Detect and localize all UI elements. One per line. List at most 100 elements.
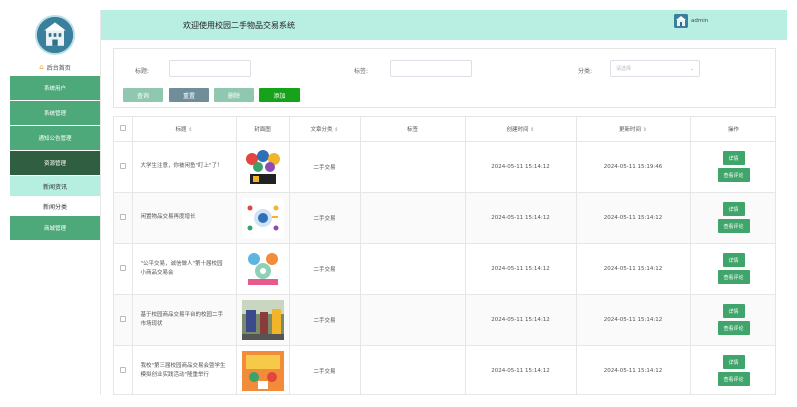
row-actions: 详情 查看评论 [690, 345, 775, 394]
row-title: 基于校园商品交易平台的校园二手市场现状 [132, 294, 237, 346]
tags-input[interactable] [390, 60, 472, 77]
table-row: "公平交易，诚信做人"第十届校园小商品交易会 二手交易 2024-05-11 1… [114, 243, 775, 295]
row-created: 2024-05-11 15:14:12 [465, 243, 577, 295]
chevron-down-icon: ⌄ [689, 65, 694, 72]
news-table: 标题 ⇕ 封面图 文章分类 ⇕ 标签 创建时间 ⇕ 更新时间 ⇕ 操作 大学生注… [113, 116, 776, 395]
cover-image [241, 146, 284, 187]
checkbox[interactable] [119, 124, 126, 131]
row-updated: 2024-05-11 15:14:12 [576, 192, 691, 244]
avatar [674, 14, 688, 28]
row-select[interactable] [114, 345, 133, 394]
table-row: 闲置物品交易再度增长 二手交易 2024-05-11 15:14:12 2024… [114, 192, 775, 244]
view-comments-button[interactable]: 查看评论 [717, 219, 750, 233]
sidebar-item-resource-management[interactable]: 资源管理 [10, 151, 100, 175]
sidebar: ⌂ 后台首页 系统用户 系统管理 通知公告管理 资源管理 新闻资讯 新闻分类 商… [10, 10, 101, 395]
detail-button[interactable]: 详情 [722, 253, 745, 267]
row-created: 2024-05-11 15:14:12 [465, 345, 577, 394]
row-category: 二手交易 [289, 345, 361, 394]
detail-button[interactable]: 详情 [722, 355, 745, 369]
row-category: 二手交易 [289, 141, 361, 193]
sort-icon: ⇕ [188, 126, 193, 133]
sort-icon: ⇕ [334, 126, 339, 133]
table-row: 大学生注意，你被闲鱼"盯上"了！ 二手交易 2024-05-11 15:14:1… [114, 141, 775, 193]
row-updated: 2024-05-11 15:14:12 [576, 243, 691, 295]
delete-button[interactable]: 删除 [214, 88, 254, 102]
sidebar-item-notice-management[interactable]: 通知公告管理 [10, 126, 100, 150]
title-input[interactable] [169, 60, 251, 77]
detail-button[interactable]: 详情 [722, 151, 745, 165]
row-updated: 2024-05-11 15:19:46 [576, 141, 691, 193]
row-actions: 详情 查看评论 [690, 243, 775, 295]
row-created: 2024-05-11 15:14:12 [465, 192, 577, 244]
checkbox[interactable] [119, 366, 126, 373]
table-row: 我校"第三届校园商品交易会暨学生模拟创业实践活动"隆重举行 二手交易 2024-… [114, 345, 775, 394]
category-label: 分类: [578, 68, 593, 75]
campus-logo [35, 15, 75, 55]
row-select[interactable] [114, 243, 133, 295]
row-title: 大学生注意，你被闲鱼"盯上"了！ [132, 141, 237, 193]
row-updated: 2024-05-11 15:14:12 [576, 294, 691, 346]
column-header-actions: 操作 [690, 117, 775, 142]
row-cover [236, 192, 290, 244]
checkbox[interactable] [119, 213, 126, 220]
sidebar-subitem-news-category[interactable]: 新闻分类 [10, 196, 100, 216]
top-header: 欢迎使用校园二手物品交易系统 admin [101, 10, 787, 40]
category-select[interactable]: 请选择 ⌄ [610, 60, 700, 77]
select-all-checkbox[interactable] [114, 117, 133, 142]
sidebar-item-system-management[interactable]: 系统管理 [10, 101, 100, 125]
row-cover [236, 243, 290, 295]
checkbox[interactable] [119, 162, 126, 169]
row-cover [236, 345, 290, 394]
sidebar-subitem-news-category-label: 新闻分类 [42, 203, 67, 211]
add-button[interactable]: 添加 [259, 88, 300, 102]
logo-area [10, 10, 100, 60]
category-placeholder: 请选择 [616, 66, 632, 72]
row-select[interactable] [114, 192, 133, 244]
username: admin [691, 18, 709, 24]
query-button[interactable]: 查询 [123, 88, 163, 102]
page-title: 欢迎使用校园二手物品交易系统 [183, 20, 295, 30]
tags-label: 标签: [354, 68, 369, 75]
row-category: 二手交易 [289, 243, 361, 295]
sidebar-menu: 系统用户 系统管理 通知公告管理 资源管理 新闻资讯 新闻分类 商城管理 [10, 76, 100, 240]
view-comments-button[interactable]: 查看评论 [717, 270, 750, 284]
sort-icon: ⇕ [642, 126, 647, 133]
row-cover [236, 294, 290, 346]
table-row: 基于校园商品交易平台的校园二手市场现状 二手交易 2024-05-11 15:1… [114, 294, 775, 346]
sort-icon: ⇕ [530, 126, 535, 133]
row-cover [236, 141, 290, 193]
detail-button[interactable]: 详情 [722, 304, 745, 318]
row-actions: 详情 查看评论 [690, 192, 775, 244]
home-link[interactable]: ⌂ 后台首页 [10, 60, 100, 74]
reset-button[interactable]: 重置 [169, 88, 209, 102]
row-tags [360, 345, 466, 394]
sidebar-item-shop-management[interactable]: 商城管理 [10, 216, 100, 240]
sidebar-item-system-users[interactable]: 系统用户 [10, 76, 100, 100]
column-header-title[interactable]: 标题 ⇕ [132, 117, 237, 142]
user-menu[interactable]: admin [674, 14, 708, 28]
cover-image [241, 197, 284, 238]
row-updated: 2024-05-11 15:14:12 [576, 345, 691, 394]
cover-image [241, 248, 284, 289]
view-comments-button[interactable]: 查看评论 [717, 372, 750, 386]
checkbox[interactable] [119, 264, 126, 271]
row-created: 2024-05-11 15:14:12 [465, 294, 577, 346]
column-header-created[interactable]: 创建时间 ⇕ [465, 117, 577, 142]
checkbox[interactable] [119, 315, 126, 322]
view-comments-button[interactable]: 查看评论 [717, 321, 750, 335]
cover-image [241, 350, 284, 391]
row-select[interactable] [114, 294, 133, 346]
row-tags [360, 243, 466, 295]
row-created: 2024-05-11 15:14:12 [465, 141, 577, 193]
row-actions: 详情 查看评论 [690, 141, 775, 193]
view-comments-button[interactable]: 查看评论 [717, 168, 750, 182]
row-tags [360, 294, 466, 346]
sidebar-subitem-news[interactable]: 新闻资讯 [10, 176, 100, 196]
search-panel: 标题: 标签: 分类: 请选择 ⌄ 查询 重置 删除 添加 [113, 48, 776, 108]
title-label: 标题: [135, 68, 150, 75]
row-select[interactable] [114, 141, 133, 193]
column-header-category[interactable]: 文章分类 ⇕ [289, 117, 361, 142]
detail-button[interactable]: 详情 [722, 202, 745, 216]
row-tags [360, 192, 466, 244]
column-header-updated[interactable]: 更新时间 ⇕ [576, 117, 691, 142]
